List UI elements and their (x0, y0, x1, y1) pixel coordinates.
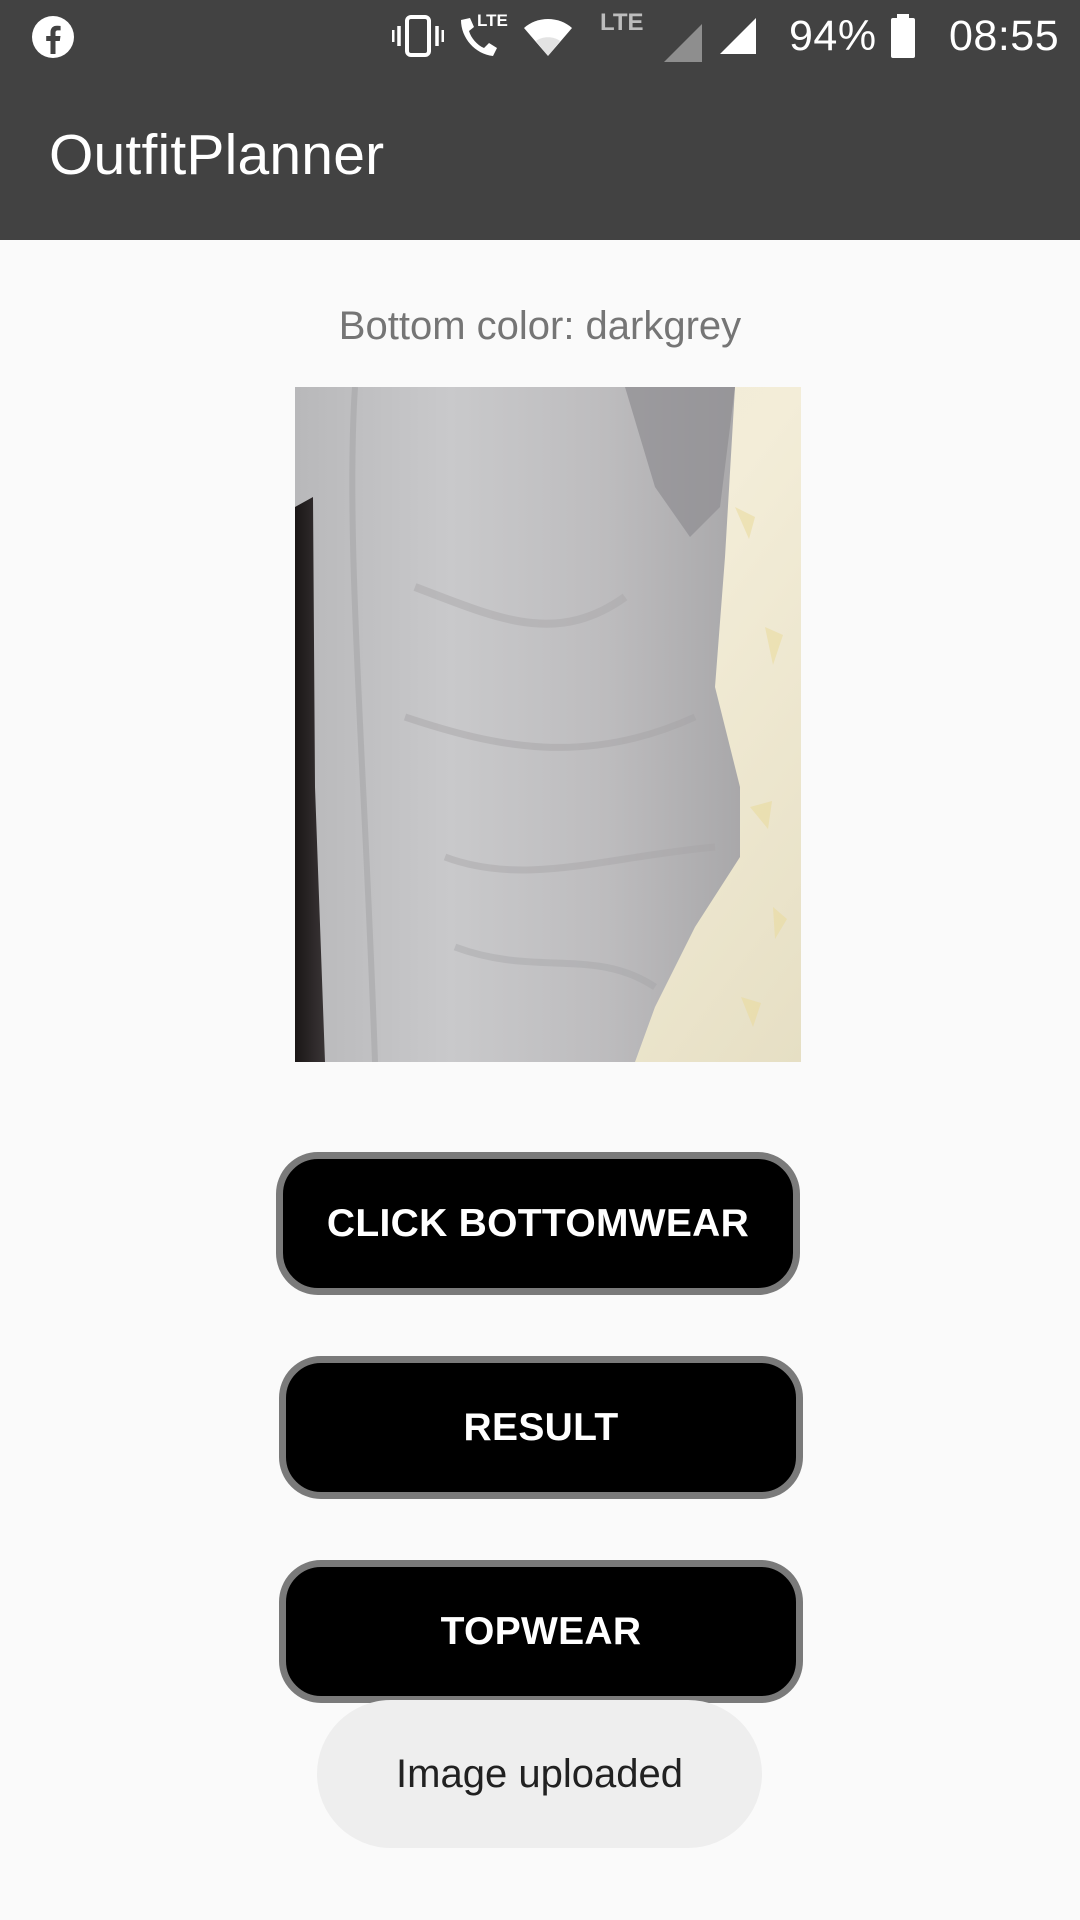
battery-percent: 94% (789, 11, 877, 60)
app-title: OutfitPlanner (49, 123, 385, 187)
clothing-photo (295, 387, 801, 1062)
toast-message: Image uploaded (317, 1700, 762, 1848)
lte-label-1: LTE (600, 9, 644, 36)
battery-icon (889, 0, 917, 72)
topwear-button[interactable]: TOPWEAR (279, 1560, 803, 1703)
clock: 08:55 (949, 11, 1060, 60)
lte-signal-icon: LTE (598, 0, 708, 72)
status-bar: LTE LTE 94% 08:55 (0, 0, 1080, 72)
app-bar: OutfitPlanner (0, 72, 1080, 240)
wifi-icon (522, 0, 574, 72)
result-button[interactable]: RESULT (279, 1356, 803, 1499)
bottom-color-label: Bottom color: darkgrey (338, 304, 742, 348)
vibrate-icon (392, 0, 444, 72)
signal-icon (718, 0, 758, 72)
svg-text:LTE: LTE (477, 11, 508, 30)
facebook-icon (30, 14, 76, 65)
volte-call-icon: LTE (455, 0, 517, 72)
click-bottomwear-button[interactable]: CLICK BOTTOMWEAR (276, 1152, 800, 1295)
